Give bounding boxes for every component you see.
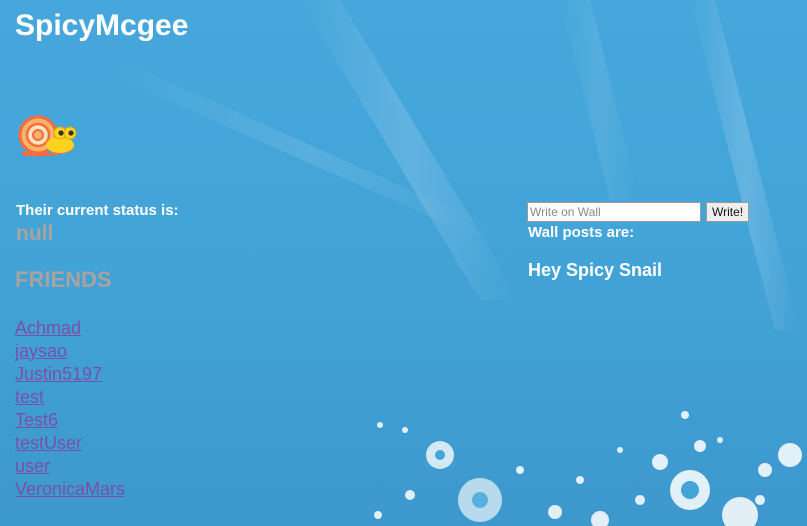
friend-link[interactable]: user <box>15 456 50 476</box>
wall-input[interactable] <box>527 202 701 222</box>
write-button[interactable]: Write! <box>706 202 750 222</box>
friends-heading: FRIENDS <box>15 267 112 292</box>
friend-link[interactable]: VeronicaMars <box>15 479 125 499</box>
wall-form: Write! <box>527 202 750 222</box>
wall-posts-label: Wall posts are: <box>528 224 635 241</box>
status-value: null <box>16 222 54 245</box>
friend-link[interactable]: jaysao <box>15 341 67 361</box>
friend-link[interactable]: Test6 <box>15 410 58 430</box>
list-item: jaysao <box>15 340 125 363</box>
status-label: Their current status is: <box>16 202 179 219</box>
list-item: Test6 <box>15 409 125 432</box>
list-item: test <box>15 386 125 409</box>
profile-username: SpicyMcgee <box>15 9 189 42</box>
friend-link[interactable]: Achmad <box>15 318 81 338</box>
wall-post: Hey Spicy Snail <box>528 260 663 280</box>
list-item: testUser <box>15 432 125 455</box>
friend-link[interactable]: test <box>15 387 44 407</box>
friend-link[interactable]: Justin5197 <box>15 364 102 384</box>
list-item: Achmad <box>15 317 125 340</box>
friend-link[interactable]: testUser <box>15 433 82 453</box>
snail-icon <box>18 111 78 159</box>
list-item: VeronicaMars <box>15 478 125 501</box>
list-item: Justin5197 <box>15 363 125 386</box>
list-item: user <box>15 455 125 478</box>
friends-list: Achmad jaysao Justin5197 test Test6 test… <box>15 317 125 501</box>
